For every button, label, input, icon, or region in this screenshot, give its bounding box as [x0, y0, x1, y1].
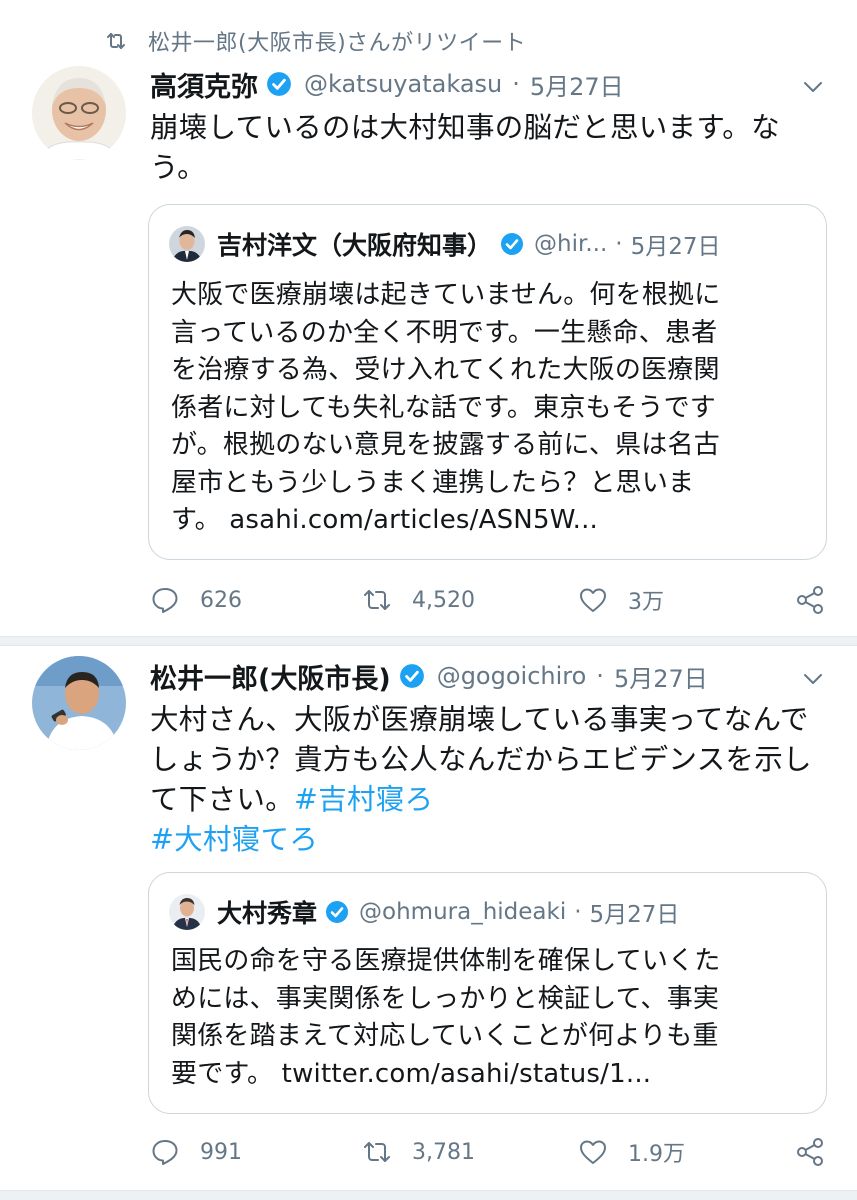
tweet-actions: 991 3,781 1.9万 — [148, 1132, 828, 1172]
heart-icon — [580, 1140, 606, 1164]
separator-dot: · — [512, 70, 520, 98]
quoted-author-name: 大村秀章 — [217, 899, 318, 928]
retweet-button[interactable]: 3,781 — [362, 1132, 475, 1172]
tweet-actions: 626 4,520 3万 — [148, 580, 828, 620]
chevron-down-icon[interactable] — [802, 76, 824, 98]
like-button[interactable]: 1.9万 — [578, 1132, 685, 1172]
reply-button[interactable]: 991 — [150, 1132, 242, 1172]
like-button[interactable]: 3万 — [578, 580, 664, 620]
author-handle[interactable]: @gogoichiro — [437, 662, 587, 690]
quoted-link[interactable]: asahi.com/articles/ASN5W... — [229, 505, 598, 535]
retweet-count: 4,520 — [412, 587, 475, 613]
tweet-divider — [0, 636, 857, 646]
tweet-divider — [0, 1190, 857, 1200]
separator-dot: · — [615, 231, 623, 257]
author-name[interactable]: 松井一郎(大阪市長) — [150, 657, 391, 696]
quoted-date: 5月27日 — [630, 234, 721, 260]
tweet-text: 大村さん、大阪が医療崩壊している事実ってなんで しょうか？貴方も公人なんだからエ… — [150, 703, 812, 856]
quoted-text: 大阪で医療崩壊は起きていません。何を根拠に 言っているのか全く不明です。一生懸命… — [171, 280, 721, 535]
retweet-count: 3,781 — [412, 1139, 475, 1165]
separator-dot: · — [596, 662, 604, 690]
retweet-context: 松井一郎(大阪市長)さんがリツイート — [104, 26, 526, 56]
quoted-avatar — [169, 226, 205, 262]
quoted-text: 国民の命を守る医療提供体制を確保していくた めには、事実関係をしっかりと検証して… — [171, 946, 721, 1089]
reply-button[interactable]: 626 — [150, 580, 242, 620]
retweet-icon — [107, 33, 125, 49]
reply-count: 626 — [200, 587, 242, 613]
hashtag-link[interactable]: #大村寝てろ — [150, 823, 318, 856]
author-handle[interactable]: @katsuyatakasu — [304, 70, 502, 98]
tweet[interactable]: 松井一郎(大阪市長) @gogoichiro · 5月27日 大村さん、大阪が医… — [0, 646, 857, 1200]
tweet-date[interactable]: 5月27日 — [530, 67, 624, 102]
like-count: 3万 — [628, 590, 664, 615]
reply-count: 991 — [200, 1139, 242, 1165]
quoted-header: 吉村洋文（大阪府知事） @hir... · 5月27日 — [217, 226, 720, 262]
share-icon[interactable] — [794, 1136, 826, 1168]
quoted-header: 大村秀章 @ohmura_hideaki · 5月27日 — [217, 894, 679, 930]
tweet[interactable]: 松井一郎(大阪市長)さんがリツイート 高須克弥 @katsuyatakasu ·… — [0, 0, 857, 636]
quoted-author-handle: @ohmura_hideaki — [359, 899, 567, 925]
hashtag-link[interactable]: #吉村寝ろ — [294, 783, 433, 816]
quoted-author-name: 吉村洋文（大阪府知事） — [217, 231, 493, 260]
quoted-date: 5月27日 — [589, 902, 680, 928]
retweet-button[interactable]: 4,520 — [362, 580, 475, 620]
verified-badge-icon — [267, 72, 291, 96]
retweet-context-text: 松井一郎(大阪市長)さんがリツイート — [148, 31, 527, 56]
tweet-date[interactable]: 5月27日 — [614, 659, 708, 694]
heart-icon — [580, 588, 606, 612]
tweet-header: 高須克弥 @katsuyatakasu · 5月27日 — [150, 64, 624, 104]
verified-badge-icon — [501, 233, 524, 255]
reply-icon — [152, 1140, 178, 1165]
retweet-icon — [364, 1142, 390, 1162]
quoted-author-handle: @hir... — [534, 231, 608, 257]
quoted-avatar — [169, 894, 205, 930]
separator-dot: · — [574, 899, 582, 925]
author-name[interactable]: 高須克弥 — [150, 65, 258, 104]
avatar[interactable] — [32, 656, 126, 750]
like-count: 1.9万 — [628, 1142, 685, 1167]
reply-icon — [152, 588, 178, 613]
retweet-icon — [364, 590, 390, 610]
verified-badge-icon — [326, 901, 349, 923]
share-icon[interactable] — [794, 584, 826, 616]
avatar[interactable] — [32, 66, 126, 160]
quoted-tweet[interactable]: 吉村洋文（大阪府知事） @hir... · 5月27日 大阪で医療崩壊は起きてい… — [148, 204, 827, 560]
tweet-header: 松井一郎(大阪市長) @gogoichiro · 5月27日 — [150, 656, 708, 696]
chevron-down-icon[interactable] — [802, 668, 824, 690]
quoted-tweet[interactable]: 大村秀章 @ohmura_hideaki · 5月27日 国民の命を守る医療提供… — [148, 872, 827, 1114]
tweet-text: 崩壊しているのは大村知事の脳だと思います。な う。 — [150, 111, 780, 184]
quoted-link[interactable]: twitter.com/asahi/status/1... — [282, 1059, 652, 1089]
verified-badge-icon — [399, 664, 424, 688]
